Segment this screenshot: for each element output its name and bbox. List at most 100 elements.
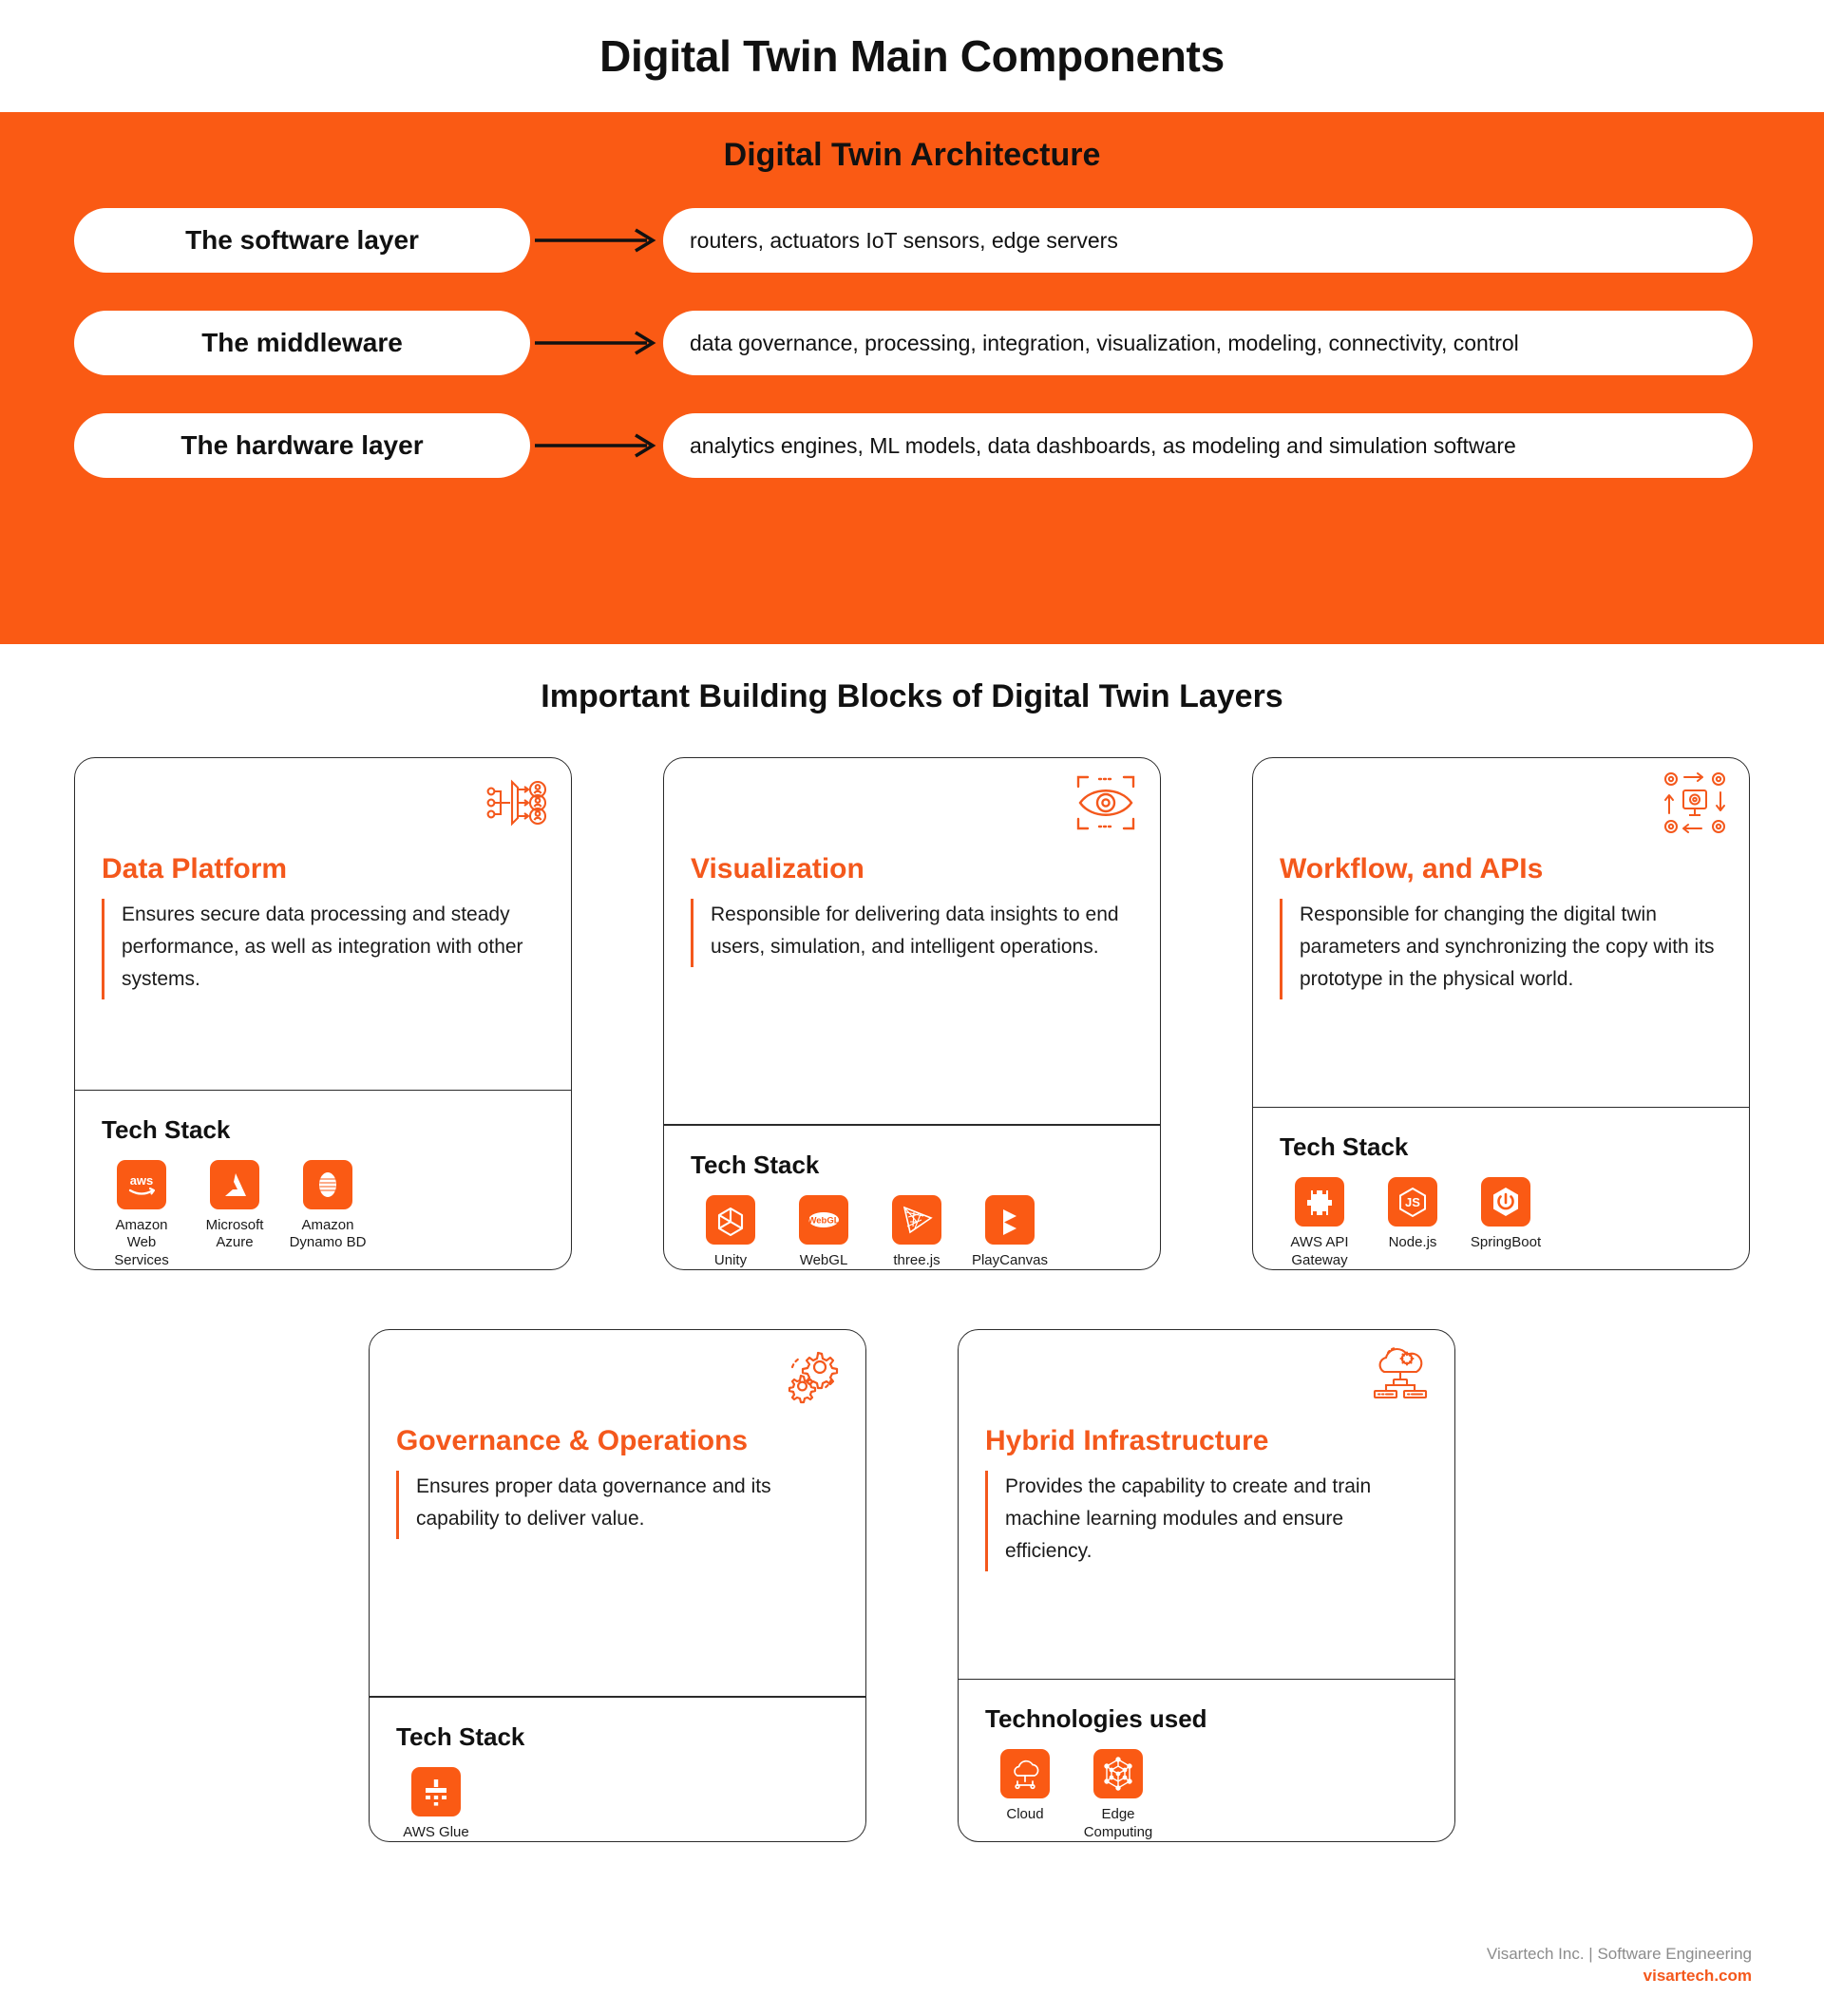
- stack-label: Cloud: [1006, 1806, 1044, 1823]
- stack-item[interactable]: three.js: [877, 1194, 957, 1269]
- card-heading: Visualization: [691, 853, 864, 884]
- data-distribution-icon: [485, 771, 548, 834]
- stack-label: Amazon Web Services: [114, 1217, 169, 1268]
- card-governance-operations[interactable]: Governance & Operations Ensures proper d…: [369, 1329, 866, 1842]
- svg-text:aws: aws: [130, 1173, 154, 1188]
- arrow-icon: [530, 331, 663, 355]
- arrow-icon: [530, 228, 663, 253]
- stack-item[interactable]: PlayCanvas: [970, 1194, 1050, 1269]
- architecture-detail-label: routers, actuators IoT sensors, edge ser…: [690, 227, 1118, 253]
- card-hybrid-infrastructure[interactable]: Hybrid Infrastructure Provides the capab…: [958, 1329, 1455, 1842]
- footer: Visartech Inc. | Software Engineering vi…: [1487, 1945, 1752, 1986]
- architecture-detail-pill: routers, actuators IoT sensors, edge ser…: [663, 208, 1753, 273]
- card-description: Provides the capability to create and tr…: [985, 1471, 1428, 1572]
- stack-label: Microsoft Azure: [205, 1217, 264, 1251]
- aws-glue-icon: [411, 1766, 461, 1816]
- stack-item[interactable]: SpringBoot: [1466, 1177, 1546, 1269]
- stack-item[interactable]: Microsoft Azure: [195, 1160, 275, 1269]
- architecture-detail-pill: data governance, processing, integration…: [663, 311, 1753, 375]
- architecture-layer-pill: The hardware layer: [74, 413, 530, 478]
- card-visualization[interactable]: Visualization Responsible for delivering…: [663, 757, 1161, 1270]
- dynamodb-icon: [303, 1160, 352, 1210]
- stack-list: Unity WebGL WebGL three.js PlayCanvas: [691, 1194, 1133, 1269]
- architecture-detail-pill: analytics engines, ML models, data dashb…: [663, 413, 1753, 478]
- stack-title: Technologies used: [985, 1704, 1207, 1734]
- stack-label: Edge Computing: [1083, 1806, 1153, 1840]
- card-description: Responsible for delivering data insights…: [691, 899, 1133, 968]
- stack-label: Node.js: [1388, 1234, 1437, 1251]
- stack-item[interactable]: AWS Glue: [396, 1766, 476, 1841]
- stack-item[interactable]: Cloud: [985, 1749, 1065, 1841]
- stack-item[interactable]: WebGL WebGL: [784, 1194, 864, 1269]
- stack-label: WebGL: [799, 1251, 848, 1268]
- footer-url[interactable]: visartech.com: [1487, 1967, 1752, 1986]
- page-header: Digital Twin Main Components: [0, 0, 1824, 112]
- stack-title: Tech Stack: [102, 1115, 231, 1145]
- stack-item[interactable]: Unity: [691, 1194, 770, 1269]
- building-blocks-row-2: Governance & Operations Ensures proper d…: [0, 1329, 1824, 1842]
- azure-icon: [210, 1160, 259, 1210]
- stack-label: SpringBoot: [1470, 1234, 1542, 1251]
- card-heading: Hybrid Infrastructure: [985, 1425, 1269, 1456]
- card-description: Ensures proper data governance and its c…: [396, 1471, 839, 1540]
- edge-computing-icon: [1093, 1749, 1143, 1799]
- architecture-layer-pill: The middleware: [74, 311, 530, 375]
- aws-icon: aws: [117, 1160, 166, 1210]
- stack-item[interactable]: Edge Computing: [1078, 1749, 1158, 1841]
- stack-item[interactable]: aws Amazon Web Services: [102, 1160, 181, 1269]
- cloud-icon: [1000, 1749, 1050, 1799]
- card-workflow-apis[interactable]: Workflow, and APIs Responsible for chang…: [1252, 757, 1750, 1270]
- stack-label: Unity: [713, 1251, 748, 1268]
- springboot-icon: [1481, 1177, 1530, 1227]
- architecture-detail-label: analytics engines, ML models, data dashb…: [690, 432, 1516, 458]
- architecture-row: The software layer routers, actuators Io…: [0, 208, 1824, 273]
- stack-title: Tech Stack: [691, 1150, 820, 1179]
- card-data-platform[interactable]: Data Platform Ensures secure data proces…: [74, 757, 572, 1270]
- page-title: Digital Twin Main Components: [599, 31, 1225, 81]
- architecture-layer-label: The software layer: [185, 225, 419, 255]
- workflow-gears-icon: [1663, 771, 1726, 834]
- threejs-icon: [892, 1194, 941, 1245]
- card-heading: Data Platform: [102, 853, 288, 884]
- architecture-layer-label: The middleware: [201, 328, 403, 357]
- stack-label: PlayCanvas: [971, 1251, 1049, 1268]
- stack-label: Amazon Dynamo BD: [289, 1217, 367, 1251]
- arrow-icon: [530, 433, 663, 458]
- architecture-row: The middleware data governance, processi…: [0, 311, 1824, 375]
- svg-text:WebGL: WebGL: [808, 1215, 839, 1226]
- building-blocks-title: Important Building Blocks of Digital Twi…: [541, 678, 1283, 714]
- unity-icon: [706, 1194, 755, 1245]
- stack-title: Tech Stack: [1280, 1132, 1409, 1162]
- svg-text:JS: JS: [1405, 1195, 1420, 1209]
- stack-title: Tech Stack: [396, 1721, 525, 1751]
- playcanvas-icon: [985, 1194, 1035, 1245]
- building-blocks-row-1: Data Platform Ensures secure data proces…: [0, 757, 1824, 1270]
- stack-item[interactable]: AWS API Gateway: [1280, 1177, 1359, 1269]
- stack-label: three.js: [893, 1251, 940, 1268]
- architecture-section: Digital Twin Architecture The software l…: [0, 112, 1824, 644]
- stack-item[interactable]: Amazon Dynamo BD: [288, 1160, 368, 1269]
- eye-scan-icon: [1074, 771, 1137, 834]
- webgl-icon: WebGL: [799, 1194, 848, 1245]
- aws-api-gateway-icon: [1295, 1177, 1344, 1227]
- nodejs-icon: JS: [1388, 1177, 1437, 1227]
- architecture-layer-label: The hardware layer: [180, 430, 424, 460]
- cloud-server-icon: [1369, 1343, 1432, 1406]
- gears-icon: [780, 1343, 843, 1406]
- stack-label: AWS API Gateway: [1290, 1234, 1349, 1268]
- architecture-layer-pill: The software layer: [74, 208, 530, 273]
- card-description: Ensures secure data processing and stead…: [102, 899, 544, 1000]
- architecture-title: Digital Twin Architecture: [723, 137, 1101, 173]
- card-heading: Workflow, and APIs: [1280, 853, 1544, 884]
- architecture-detail-label: data governance, processing, integration…: [690, 330, 1519, 355]
- card-heading: Governance & Operations: [396, 1425, 749, 1456]
- stack-list: Cloud Edge Computing: [985, 1749, 1428, 1841]
- stack-list: AWS Glue: [396, 1766, 839, 1841]
- architecture-row: The hardware layer analytics engines, ML…: [0, 413, 1824, 478]
- stack-list: aws AmazonWeb Services MicrosoftAzure: [102, 1160, 544, 1269]
- stack-list: AWS API Gateway JS Node.js SpringBoot: [1280, 1177, 1722, 1269]
- stack-item[interactable]: JS Node.js: [1373, 1177, 1453, 1269]
- footer-company: Visartech Inc. | Software Engineering: [1486, 1945, 1752, 1963]
- card-description: Responsible for changing the digital twi…: [1280, 899, 1722, 1000]
- stack-label: AWS Glue: [403, 1823, 469, 1840]
